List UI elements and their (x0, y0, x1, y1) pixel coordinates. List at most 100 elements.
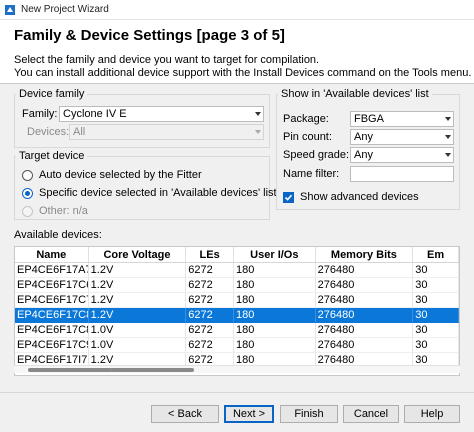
table-cell: 30 (413, 308, 459, 323)
table-cell: 1.2V (88, 308, 187, 323)
wizard-icon (5, 4, 15, 15)
window-title: New Project Wizard (21, 4, 109, 15)
chevron-down-icon (253, 107, 263, 121)
radio-other-device-label: Other: n/a (39, 205, 88, 217)
scrollbar-thumb[interactable] (28, 368, 112, 372)
table-cell: 180 (234, 338, 316, 353)
scrollbar-thumb[interactable] (110, 368, 194, 372)
table-cell: EP4CE6F17C8 (15, 308, 89, 323)
chevron-down-icon (443, 130, 453, 144)
chevron-down-icon (443, 148, 453, 162)
column-header-name[interactable]: Name (15, 247, 89, 262)
family-select[interactable]: Cyclone IV E (59, 106, 264, 122)
devices-select-value: All (73, 126, 86, 138)
title-bar: New Project Wizard (0, 0, 474, 20)
pin-count-select-value: Any (354, 131, 373, 143)
speed-grade-select[interactable]: Any (350, 147, 454, 163)
table-cell: 180 (234, 323, 316, 338)
chevron-down-icon (253, 125, 263, 139)
table-cell: 6272 (186, 263, 235, 278)
available-devices-table[interactable]: Name Core Voltage LEs User I/Os Memory B… (14, 246, 460, 376)
package-select-value: FBGA (354, 113, 384, 125)
column-header-core-voltage[interactable]: Core Voltage (89, 247, 187, 262)
show-in-list-group-label: Show in 'Available devices' list (278, 88, 432, 101)
device-family-group-label: Device family (16, 88, 88, 101)
table-cell: 1.2V (88, 278, 187, 293)
show-advanced-devices-checkbox[interactable]: Show advanced devices (283, 191, 419, 203)
table-cell: 6272 (186, 278, 235, 293)
table-cell: 30 (413, 278, 459, 293)
table-cell: 276480 (315, 263, 414, 278)
table-row[interactable]: EP4CE6F17C8L1.0V627218027648030 (15, 323, 459, 338)
table-row[interactable]: EP4CE6F17C7 1.2V 6272 180 276480 30 (15, 293, 459, 308)
table-cell: 180 (234, 278, 316, 293)
back-button[interactable]: < Back (151, 405, 219, 423)
table-cell: 6272 (186, 293, 235, 308)
table-cell: 276480 (315, 338, 414, 353)
table-cell: 180 (234, 308, 316, 323)
name-filter-label: Name filter: (283, 168, 340, 180)
devices-select[interactable]: All (69, 124, 264, 140)
radio-button (22, 169, 33, 181)
help-button[interactable]: Help (404, 405, 460, 423)
column-header-les[interactable]: LEs (186, 247, 235, 262)
table-cell: EP4CE6F17C8L (15, 323, 89, 338)
table-cell: 1.2V (88, 263, 187, 278)
table-row[interactable]: EP4CE6F17C8 1.2V 6272 180 276480 30 (15, 308, 459, 323)
speed-grade-label: Speed grade: (283, 149, 350, 161)
column-header-memory-bits[interactable]: Memory Bits (316, 247, 414, 262)
wizard-header: Family & Device Settings [page 3 of 5] S… (0, 20, 474, 84)
table-cell: 180 (234, 263, 316, 278)
table-row[interactable]: EP4CE6F17C6 1.2V 6272 180 276480 30 (15, 278, 459, 293)
name-filter-input[interactable] (350, 166, 454, 182)
package-select[interactable]: FBGA (350, 111, 454, 127)
table-row[interactable]: EP4CE6F17A7 1.2V 6272 180 276480 30 (15, 263, 459, 278)
table-cell: 276480 (315, 323, 414, 338)
table-cell: 1.2V (88, 293, 187, 308)
radio-other-device[interactable]: Other: n/a (22, 205, 88, 217)
table-cell: 276480 (315, 308, 414, 323)
table-cell: EP4CE6F17C9L (15, 338, 89, 353)
table-row[interactable]: EP4CE6F17C9L1.0V627218027648030 (15, 338, 459, 353)
table-cell: 30 (413, 338, 459, 353)
description-line-1: Select the family and device you want to… (14, 54, 320, 66)
table-cell: EP4CE6F17C6 (15, 278, 89, 293)
available-devices-label: Available devices: (14, 229, 102, 241)
show-advanced-devices-label: Show advanced devices (300, 191, 419, 203)
finish-button[interactable]: Finish (280, 405, 338, 423)
radio-button-checked (22, 187, 33, 199)
footer-divider (0, 392, 474, 393)
horizontal-scrollbar[interactable] (14, 365, 460, 373)
column-header-user-ios[interactable]: User I/Os (234, 247, 316, 262)
table-cell: 1.0V (88, 323, 187, 338)
pin-count-label: Pin count: (283, 131, 332, 143)
radio-auto-device[interactable]: Auto device selected by the Fitter (22, 169, 202, 181)
table-cell: 6272 (186, 323, 235, 338)
radio-auto-device-label: Auto device selected by the Fitter (39, 169, 202, 181)
checkbox-checked (283, 191, 294, 203)
table-cell: 30 (413, 323, 459, 338)
table-cell: 30 (413, 293, 459, 308)
table-cell: 1.0V (88, 338, 187, 353)
page-title: Family & Device Settings [page 3 of 5] (14, 27, 285, 44)
target-device-group-label: Target device (16, 150, 88, 163)
table-cell: 180 (234, 293, 316, 308)
cancel-button[interactable]: Cancel (343, 405, 399, 423)
column-header-embedded[interactable]: Em (413, 247, 459, 262)
table-cell: 276480 (315, 278, 414, 293)
radio-specific-device[interactable]: Specific device selected in 'Available d… (22, 187, 277, 199)
radio-button (22, 205, 33, 217)
family-select-value: Cyclone IV E (63, 108, 127, 120)
table-cell: 6272 (186, 338, 235, 353)
package-label: Package: (283, 113, 329, 125)
description-line-2: You can install additional device suppor… (14, 67, 472, 79)
speed-grade-select-value: Any (354, 149, 373, 161)
table-body: EP4CE6F17A7 1.2V 6272 180 276480 30 EP4CE6F17C… (15, 263, 459, 368)
family-label: Family: (22, 108, 58, 120)
table-cell: EP4CE6F17C7 (15, 293, 89, 308)
next-button[interactable]: Next > (224, 405, 274, 423)
table-cell: 30 (413, 263, 459, 278)
table-header: Name Core Voltage LEs User I/Os Memory B… (15, 247, 459, 263)
pin-count-select[interactable]: Any (350, 129, 454, 145)
table-cell: 276480 (315, 293, 414, 308)
